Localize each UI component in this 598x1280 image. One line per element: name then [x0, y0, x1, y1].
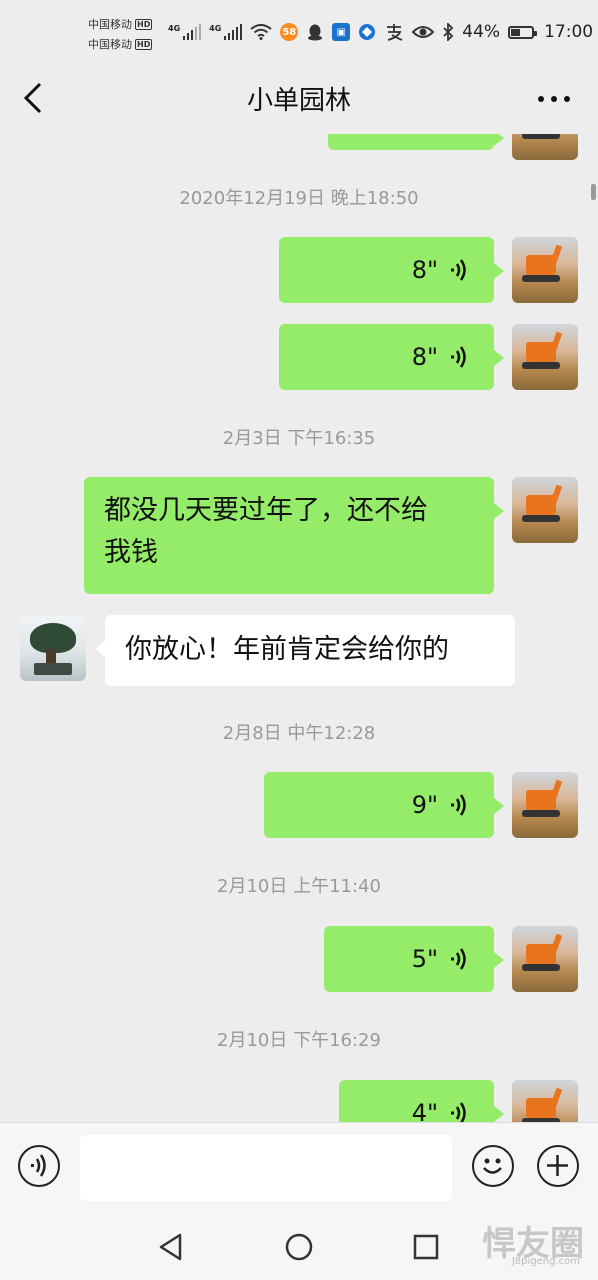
voice-message[interactable]: 5"	[324, 926, 504, 992]
my-avatar[interactable]	[512, 237, 578, 303]
chat-message-list[interactable]: 2020年12月19日 晚上18:50 8" 8" 2月3日 下午16:35 都…	[0, 134, 598, 1122]
timestamp: 2月8日 中午12:28	[222, 723, 376, 744]
carrier-1: 中国移动 HD	[88, 18, 153, 31]
voice-wave-icon	[451, 259, 466, 281]
battery-percent: 44%	[462, 22, 501, 42]
input-bar	[0, 1122, 598, 1211]
timestamp: 2月10日 下午16:29	[217, 1030, 381, 1051]
triangle-back-icon[interactable]	[156, 1232, 186, 1262]
voice-input-icon	[31, 1154, 46, 1177]
circle-home-icon[interactable]	[284, 1232, 314, 1262]
my-avatar[interactable]	[512, 477, 578, 543]
chat-header: 小单园林	[0, 64, 598, 134]
my-avatar[interactable]	[512, 772, 578, 838]
message-text: 你放心！年前肯定会给你的	[125, 634, 449, 665]
voice-wave-icon	[451, 794, 466, 816]
voice-wave-icon	[451, 948, 466, 970]
eye-icon	[412, 26, 435, 38]
qq-icon	[308, 24, 323, 41]
voice-input-button[interactable]	[18, 1145, 60, 1187]
text-message[interactable]: 都没几天要过年了，还不给 我钱	[84, 477, 504, 594]
wifi-icon	[250, 24, 272, 40]
browser-icon	[359, 24, 376, 40]
voice-message[interactable]	[328, 134, 504, 150]
message-text-line: 我钱	[104, 537, 158, 568]
text-message[interactable]: 你放心！年前肯定会给你的	[95, 615, 515, 686]
battery-icon	[508, 25, 538, 39]
chat-title: 小单园林	[246, 86, 351, 116]
my-avatar[interactable]	[512, 1080, 578, 1122]
scrollbar[interactable]	[591, 184, 596, 200]
more-horizontal-icon	[538, 96, 570, 102]
my-avatar[interactable]	[512, 134, 578, 160]
my-avatar[interactable]	[512, 324, 578, 390]
plus-icon	[547, 1155, 568, 1176]
emoji-icon	[483, 1158, 502, 1174]
app-58-icon: 58	[280, 23, 299, 41]
alipay-icon	[387, 24, 403, 41]
emoji-button[interactable]	[472, 1145, 514, 1187]
voice-message[interactable]: 4"	[339, 1080, 504, 1122]
watermark: 悍友圈 J8pigeng.com	[482, 1224, 584, 1267]
square-recent-icon[interactable]	[411, 1232, 441, 1262]
plus-button[interactable]	[537, 1145, 579, 1187]
status-bar: 中国移动 HD 中国移动 HD 4G 4G 58 ▣ 44% 17:00	[0, 0, 598, 64]
voice-message[interactable]: 8"	[279, 324, 504, 390]
status-time: 17:00	[544, 22, 594, 42]
my-avatar[interactable]	[512, 926, 578, 992]
more-button[interactable]	[534, 84, 574, 114]
carrier-2: 中国移动 HD	[88, 38, 153, 51]
signal-icon-2: 4G	[209, 24, 243, 40]
signal-icon-1: 4G	[168, 24, 202, 40]
bluetooth-icon	[443, 23, 454, 41]
voice-message[interactable]: 9"	[264, 772, 504, 838]
voice-message[interactable]: 8"	[279, 237, 504, 303]
message-input[interactable]	[80, 1135, 452, 1201]
timestamp: 2020年12月19日 晚上18:50	[179, 188, 419, 209]
voice-wave-icon	[451, 346, 466, 368]
message-text-line: 都没几天要过年了，还不给	[104, 495, 428, 526]
timestamp: 2月3日 下午16:35	[222, 428, 376, 449]
timestamp: 2月10日 上午11:40	[217, 876, 381, 897]
voice-wave-icon	[451, 1102, 466, 1122]
contact-avatar[interactable]	[20, 615, 86, 681]
news-app-icon: ▣	[332, 23, 351, 41]
